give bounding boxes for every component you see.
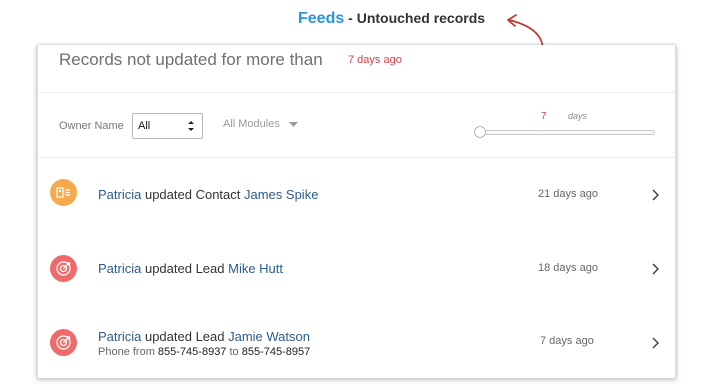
target-icon [50,255,77,282]
feed-time: 7 days ago [540,335,594,347]
page-heading: Feeds - Untouched records [298,10,485,28]
user-link[interactable]: Patricia [98,187,141,202]
owner-select-value: All [138,120,151,132]
owner-name-select[interactable]: All [132,113,203,139]
user-link[interactable]: Patricia [98,329,141,344]
screen: Feeds - Untouched records Records not up… [0,0,713,390]
days-value: 7 [541,111,547,122]
target-icon [50,329,77,356]
feed-time: 18 days ago [538,262,598,274]
days-slider-handle[interactable] [474,126,486,138]
record-link[interactable]: Jamie Watson [228,329,310,344]
user-link[interactable]: Patricia [98,261,141,276]
feed-detail: Phone from 855-745-8937 to 855-745-8957 [98,346,310,358]
days-unit: days [568,111,588,121]
feed-item[interactable]: Patricia updated Lead Mike Hutt 18 days … [38,231,677,305]
contact-card-icon [50,179,77,206]
panel-title-value: 7 days ago [348,54,402,66]
feed-action: updated Lead [141,329,229,344]
heading-subtitle: Untouched records [356,10,486,26]
feed-text: Patricia updated Contact James Spike [98,187,318,202]
chevron-right-icon[interactable] [652,189,659,201]
feed-item[interactable]: Patricia updated Contact James Spike 21 … [38,157,677,231]
select-updown-icon [188,121,194,131]
panel-title: Records not updated for more than [59,50,323,69]
divider [38,92,675,93]
chevron-right-icon[interactable] [652,337,659,349]
feed-text: Patricia updated Lead Jamie Watson [98,329,310,344]
feed-action: updated Lead [141,261,229,276]
feeds-title: Feeds [298,10,345,27]
days-slider-track[interactable] [474,130,655,135]
feed-item[interactable]: Patricia updated Lead Jamie Watson Phone… [38,305,677,379]
modules-dropdown[interactable]: All Modules [223,118,298,130]
detail-connector: to [226,346,242,358]
heading-separator: - [344,10,357,26]
record-link[interactable]: James Spike [244,187,318,202]
detail-old-value: 855-745-8937 [157,346,227,358]
feed-text: Patricia updated Lead Mike Hutt [98,261,283,276]
record-link[interactable]: Mike Hutt [228,261,283,276]
feed-time: 21 days ago [538,188,598,200]
untouched-records-panel: Records not updated for more than 7 days… [37,45,676,378]
chevron-right-icon[interactable] [652,263,659,275]
owner-name-label: Owner Name [59,120,124,132]
feed-action: updated Contact [141,187,244,202]
chevron-down-icon [288,121,298,127]
detail-field: Phone from [98,346,158,358]
modules-label: All Modules [223,118,280,130]
detail-new-value: 855-745-8957 [241,346,311,358]
